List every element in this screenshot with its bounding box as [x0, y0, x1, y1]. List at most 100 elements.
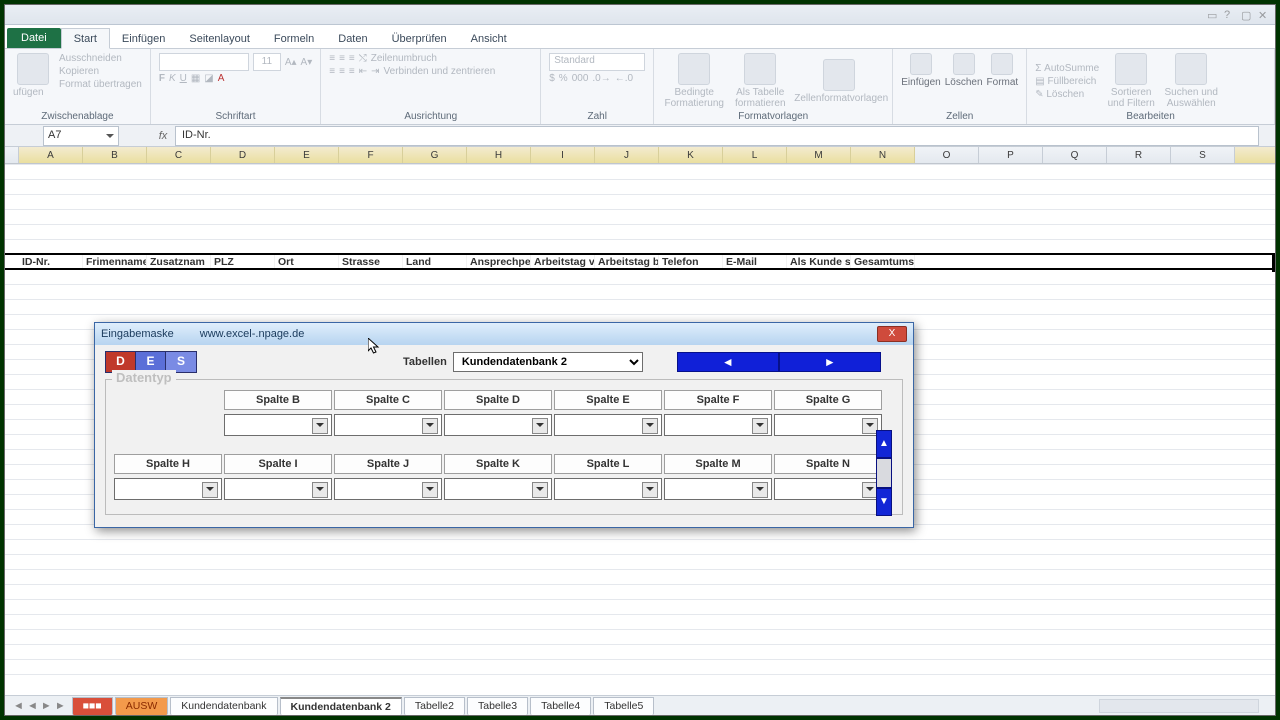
- restore-icon[interactable]: ▢: [1241, 9, 1252, 20]
- field-combo[interactable]: [444, 414, 552, 436]
- spin-track[interactable]: [876, 458, 892, 488]
- as-table-icon[interactable]: [744, 53, 776, 85]
- percent-icon[interactable]: %: [559, 73, 568, 84]
- align-top-icon[interactable]: ≡: [329, 53, 335, 64]
- tab-review[interactable]: Überprüfen: [380, 29, 459, 48]
- sheet-tab[interactable]: Tabelle4: [530, 697, 591, 715]
- col-header-O[interactable]: O: [915, 147, 979, 163]
- underline-button[interactable]: U: [180, 73, 187, 84]
- copy-button[interactable]: Kopieren: [59, 66, 99, 77]
- font-family-select[interactable]: [159, 53, 249, 71]
- col-header-S[interactable]: S: [1171, 147, 1235, 163]
- sort-filter-icon[interactable]: [1115, 53, 1147, 85]
- insert-cells-icon[interactable]: [910, 53, 932, 75]
- table-select[interactable]: Kundendatenbank 2: [453, 352, 643, 372]
- tab-formulas[interactable]: Formeln: [262, 29, 326, 48]
- comma-icon[interactable]: 000: [572, 73, 589, 84]
- col-header-Q[interactable]: Q: [1043, 147, 1107, 163]
- field-combo[interactable]: [334, 478, 442, 500]
- bold-button[interactable]: F: [159, 73, 165, 84]
- font-size-select[interactable]: 11: [253, 53, 281, 71]
- delete-cells-icon[interactable]: [953, 53, 975, 75]
- minimize-icon[interactable]: ▭: [1207, 9, 1218, 20]
- field-combo[interactable]: [444, 478, 552, 500]
- col-header-M[interactable]: M: [787, 147, 851, 163]
- shrink-font-icon[interactable]: A▾: [301, 57, 313, 68]
- font-color-icon[interactable]: A: [218, 73, 225, 84]
- sheet-tab[interactable]: Tabelle2: [404, 697, 465, 715]
- sheet-tab[interactable]: AUSW: [115, 697, 169, 715]
- mode-d-button[interactable]: D: [106, 352, 136, 372]
- autosum-button[interactable]: Σ AutoSumme: [1035, 63, 1099, 74]
- orientation-icon[interactable]: ⤭: [359, 53, 367, 64]
- fx-icon[interactable]: fx: [155, 130, 171, 142]
- tab-pagelayout[interactable]: Seitenlayout: [177, 29, 262, 48]
- tab-view[interactable]: Ansicht: [459, 29, 519, 48]
- align-bot-icon[interactable]: ≡: [349, 53, 355, 64]
- header-cell[interactable]: Land: [403, 255, 467, 268]
- mode-s-button[interactable]: S: [166, 352, 196, 372]
- header-cell[interactable]: Arbeitstag b: [595, 255, 659, 268]
- col-header-P[interactable]: P: [979, 147, 1043, 163]
- sheet-tab[interactable]: Tabelle3: [467, 697, 528, 715]
- formula-input[interactable]: ID-Nr.: [175, 126, 1259, 146]
- format-cells-icon[interactable]: [991, 53, 1013, 75]
- field-combo[interactable]: [334, 414, 442, 436]
- align-left-icon[interactable]: ≡: [329, 66, 335, 77]
- cut-button[interactable]: Ausschneiden: [59, 53, 122, 64]
- align-center-icon[interactable]: ≡: [339, 66, 345, 77]
- header-cell[interactable]: E-Mail: [723, 255, 787, 268]
- col-header-J[interactable]: J: [595, 147, 659, 163]
- col-header-H[interactable]: H: [467, 147, 531, 163]
- header-cell[interactable]: Frimenname: [83, 255, 147, 268]
- number-format-select[interactable]: Standard: [549, 53, 645, 71]
- header-cell[interactable]: Telefon: [659, 255, 723, 268]
- col-header-B[interactable]: B: [83, 147, 147, 163]
- horizontal-scrollbar[interactable]: [1099, 699, 1259, 713]
- find-select-icon[interactable]: [1175, 53, 1207, 85]
- field-combo[interactable]: [664, 414, 772, 436]
- align-right-icon[interactable]: ≡: [349, 66, 355, 77]
- sheet-tab[interactable]: Kundendatenbank 2: [280, 697, 402, 715]
- dialog-titlebar[interactable]: Eingabemaske www.excel-.npage.de X: [95, 323, 913, 345]
- format-painter-button[interactable]: Format übertragen: [59, 79, 142, 90]
- field-combo[interactable]: [774, 478, 882, 500]
- col-header-K[interactable]: K: [659, 147, 723, 163]
- header-cell[interactable]: Strasse: [339, 255, 403, 268]
- spin-up-button[interactable]: ▲: [876, 430, 892, 458]
- italic-button[interactable]: K: [169, 73, 176, 84]
- header-cell[interactable]: Ort: [275, 255, 339, 268]
- cell-styles-icon[interactable]: [823, 59, 855, 91]
- col-header-N[interactable]: N: [851, 147, 915, 163]
- dec-dec-icon[interactable]: ←.0: [615, 73, 633, 84]
- fill-color-icon[interactable]: ◪: [204, 73, 213, 84]
- header-cell[interactable]: Gesamtumsatz: [851, 255, 915, 268]
- header-cell[interactable]: Als Kunde se: [787, 255, 851, 268]
- indent-dec-icon[interactable]: ⇤: [359, 66, 367, 77]
- grow-font-icon[interactable]: A▴: [285, 57, 297, 68]
- close-icon[interactable]: ✕: [1258, 9, 1269, 20]
- sheet-tab[interactable]: Kundendatenbank: [170, 697, 277, 715]
- col-header-L[interactable]: L: [723, 147, 787, 163]
- col-header-D[interactable]: D: [211, 147, 275, 163]
- wrap-text-button[interactable]: Zeilenumbruch: [371, 53, 437, 64]
- spin-down-button[interactable]: ▼: [876, 488, 892, 516]
- col-header-F[interactable]: F: [339, 147, 403, 163]
- fill-button[interactable]: ▤ Füllbereich: [1035, 76, 1096, 87]
- col-header-C[interactable]: C: [147, 147, 211, 163]
- help-icon[interactable]: ?: [1224, 9, 1235, 20]
- paste-icon[interactable]: [17, 53, 49, 85]
- field-combo[interactable]: [224, 478, 332, 500]
- sheet-tab[interactable]: Tabelle5: [593, 697, 654, 715]
- record-next-button[interactable]: ►: [779, 352, 881, 372]
- field-combo[interactable]: [554, 478, 662, 500]
- currency-icon[interactable]: $: [549, 73, 555, 84]
- col-header-I[interactable]: I: [531, 147, 595, 163]
- field-combo[interactable]: [224, 414, 332, 436]
- sheet-tab[interactable]: ■■■: [72, 697, 113, 715]
- tab-start[interactable]: Start: [61, 28, 110, 49]
- field-combo[interactable]: [774, 414, 882, 436]
- header-cell[interactable]: Zusatznam: [147, 255, 211, 268]
- col-header-A[interactable]: A: [19, 147, 83, 163]
- record-prev-button[interactable]: ◄: [677, 352, 779, 372]
